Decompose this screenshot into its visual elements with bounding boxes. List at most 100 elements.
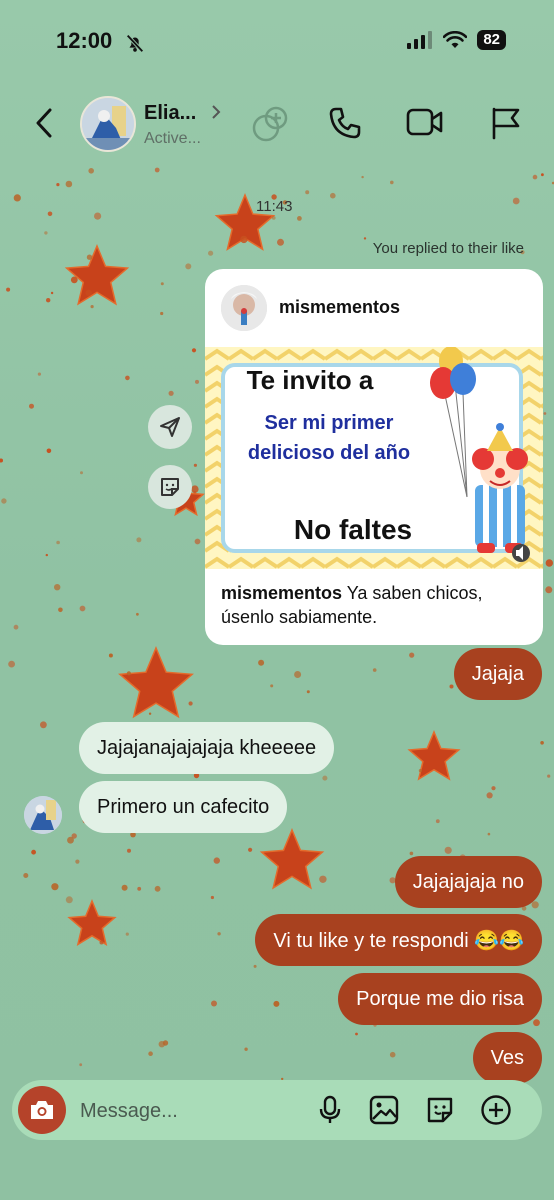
glitter-dot	[158, 1041, 165, 1048]
back-arrow-icon[interactable]	[30, 106, 60, 140]
message-bubble[interactable]: Jajaja	[453, 648, 542, 700]
contact-name[interactable]: Elia...	[144, 102, 196, 125]
glitter-dot	[533, 1019, 540, 1027]
battery-indicator: 82	[477, 30, 506, 50]
glitter-dot	[319, 875, 327, 883]
status-indicators: 82	[407, 30, 506, 50]
glitter-dot	[306, 690, 310, 694]
sticker-icon	[161, 478, 179, 496]
mute-bell-icon	[126, 34, 144, 53]
glitter-dot	[540, 741, 544, 745]
glitter-dot	[37, 372, 42, 376]
glitter-dot	[191, 485, 199, 493]
glitter-dot	[487, 832, 491, 836]
sticker-icon	[427, 1097, 453, 1123]
caption-username[interactable]: mismementos	[221, 583, 342, 603]
glitter-dot	[8, 660, 16, 668]
camera-button[interactable]	[18, 1086, 66, 1134]
glitter-dot	[79, 605, 86, 612]
sticker-button[interactable]	[424, 1094, 456, 1126]
glitter-dot	[330, 192, 336, 199]
glitter-dot	[6, 287, 11, 292]
glitter-dot	[389, 1051, 396, 1058]
glitter-dot	[108, 653, 113, 658]
glitter-dot	[541, 173, 544, 177]
glitter-dot	[46, 298, 51, 303]
post-caption: mismementos Ya saben chicos, úsenlo sabi…	[221, 581, 531, 629]
avatar-photo	[82, 98, 134, 150]
contact-avatar-small[interactable]	[24, 796, 62, 834]
glitter-dot	[217, 932, 221, 936]
more-button[interactable]	[480, 1094, 512, 1126]
glitter-dot	[1, 498, 7, 504]
flag-icon[interactable]	[490, 106, 522, 140]
message-timestamp: 11:43	[256, 198, 293, 215]
react-button[interactable]	[148, 465, 192, 509]
glitter-dot	[545, 559, 553, 567]
message-bubble[interactable]: Jajajanajajajaja kheeeee	[79, 722, 335, 774]
message-bubble[interactable]: Primero un cafecito	[79, 781, 288, 833]
microphone-icon	[319, 1095, 341, 1123]
glitter-dot	[512, 197, 520, 205]
glitter-dot	[253, 964, 257, 968]
chevron-right-icon[interactable]	[210, 104, 222, 120]
glitter-dot	[99, 940, 104, 945]
glitter-dot	[56, 540, 60, 545]
glitter-dot	[121, 884, 128, 891]
glitter-dot	[51, 883, 59, 891]
shared-post-card[interactable]: mismementos Te invito a Ser mi primer de…	[205, 269, 543, 645]
glitter-dot	[0, 458, 3, 463]
avatar-photo	[221, 285, 267, 331]
post-author-username[interactable]: mismementos	[279, 297, 400, 318]
post-image[interactable]: Te invito a Ser mi primer delicioso del …	[205, 347, 543, 569]
gallery-button[interactable]	[368, 1094, 400, 1126]
glitter-dot	[127, 848, 131, 853]
glitter-dot	[258, 659, 265, 666]
glitter-dot	[13, 624, 19, 630]
glitter-dot	[193, 463, 197, 467]
message-bubble[interactable]: Ves	[472, 1032, 542, 1084]
glitter-dot	[547, 774, 551, 778]
glitter-dot	[213, 857, 220, 864]
add-people-icon[interactable]	[250, 104, 290, 144]
signal-icon	[407, 31, 433, 49]
message-bubble[interactable]: Porque me dio risa	[338, 973, 542, 1025]
glitter-dot	[148, 712, 152, 715]
plus-icon	[481, 1095, 511, 1125]
glitter-dot	[136, 537, 142, 543]
glitter-dot	[126, 671, 131, 676]
glitter-dot	[435, 819, 440, 824]
glitter-dot	[125, 932, 129, 936]
glitter-dot	[372, 668, 377, 672]
contact-avatar[interactable]	[80, 96, 136, 152]
post-author-avatar[interactable]	[221, 285, 267, 331]
microphone-button[interactable]	[314, 1094, 346, 1126]
glitter-dot	[322, 775, 328, 781]
share-button[interactable]	[148, 405, 192, 449]
message-composer	[12, 1080, 542, 1140]
glitter-dot	[191, 348, 197, 353]
glitter-dot	[90, 305, 94, 309]
glitter-dot	[65, 896, 73, 904]
glitter-dot	[71, 833, 77, 839]
reply-context-label: You replied to their like	[372, 240, 524, 257]
glitter-dot	[188, 701, 193, 706]
glitter-dot	[23, 873, 29, 878]
message-bubble[interactable]: Jajajajaja no	[394, 856, 542, 908]
glitter-dot	[418, 769, 422, 773]
message-input[interactable]	[78, 1094, 302, 1128]
message-bubble[interactable]: Vi tu like y te respondi 😂😂	[255, 914, 542, 966]
glitter-star	[407, 730, 461, 781]
glitter-dot	[154, 885, 161, 892]
camera-icon	[31, 1101, 53, 1119]
glitter-dot	[194, 538, 201, 545]
glitter-dot	[545, 586, 553, 594]
glitter-dot	[56, 183, 60, 187]
glitter-dot	[58, 607, 63, 613]
phone-icon[interactable]	[328, 106, 362, 140]
video-camera-icon[interactable]	[406, 106, 444, 138]
glitter-dot	[210, 895, 214, 900]
glitter-dot	[136, 612, 139, 616]
glitter-dot	[85, 289, 92, 297]
glitter-dot	[13, 194, 21, 202]
